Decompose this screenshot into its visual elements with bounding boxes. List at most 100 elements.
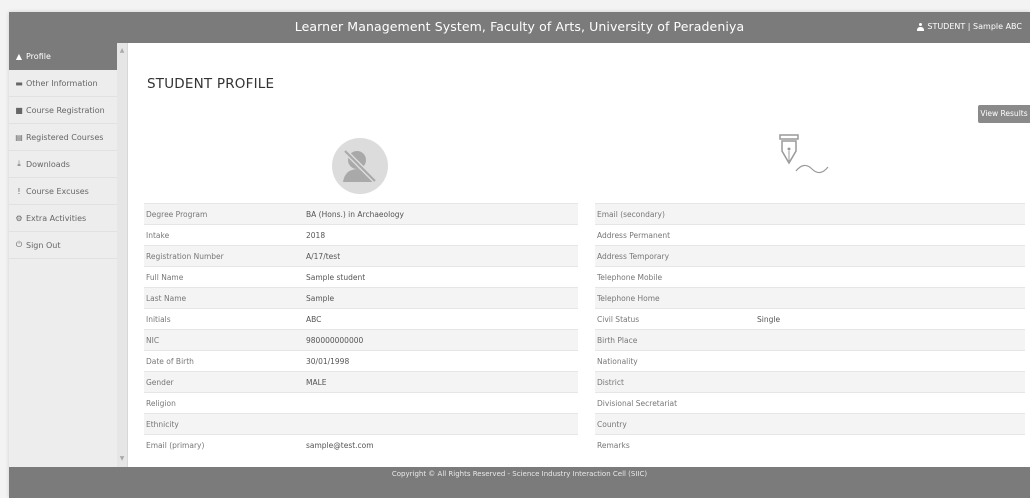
field-value: ABC	[306, 314, 322, 324]
table-row: Email (primary) sample@test.com	[144, 434, 578, 455]
field-label: Registration Number	[146, 251, 224, 261]
avatar-placeholder-icon	[332, 138, 388, 194]
field-label: Birth Place	[597, 335, 638, 345]
field-label: Last Name	[146, 293, 187, 303]
field-label: Civil Status	[597, 314, 640, 324]
sidebar-item-registered-courses[interactable]: ▤ Registered Courses	[9, 124, 117, 151]
field-label: NIC	[146, 335, 160, 345]
field-label: Email (primary)	[146, 440, 205, 450]
field-label: Ethnicity	[146, 419, 179, 429]
field-value: BA (Hons.) in Archaeology	[306, 209, 404, 219]
sidebar-item-sign-out[interactable]: ⏻ Sign Out	[9, 232, 117, 259]
table-row: Email (secondary)	[595, 203, 1025, 224]
field-label: Remarks	[597, 440, 630, 450]
view-results-button[interactable]: View Results	[978, 105, 1030, 123]
field-label: Address Permanent	[597, 230, 671, 240]
sidebar-item-downloads[interactable]: ⤓ Downloads	[9, 151, 117, 178]
table-row: Telephone Mobile	[595, 266, 1025, 287]
table-row: Address Permanent	[595, 224, 1025, 245]
sidebar-item-label: Extra Activities	[26, 213, 87, 223]
table-row: Last Name Sample	[144, 287, 578, 308]
sidebar: ▲ Profile ▬ Other Information ■ Course Regist…	[9, 43, 128, 467]
sidebar-item-extra-activities[interactable]: ⚙ Extra Activities	[9, 205, 117, 232]
table-row: Gender MALE	[144, 371, 578, 392]
page-title: STUDENT PROFILE	[147, 76, 275, 92]
gear-icon: ⚙	[15, 213, 23, 223]
book-icon: ■	[15, 105, 23, 115]
sidebar-item-label: Downloads	[26, 159, 70, 169]
table-row: Birth Place	[595, 329, 1025, 350]
user-label: STUDENT | Sample ABC	[927, 22, 1022, 31]
sidebar-item-course-registration[interactable]: ■ Course Registration	[9, 97, 117, 124]
sidebar-item-label: Registered Courses	[26, 132, 104, 142]
app-title: Learner Management System, Faculty of Ar…	[294, 19, 745, 34]
field-label: Email (secondary)	[597, 209, 665, 219]
field-label: Country	[597, 419, 627, 429]
field-label: District	[597, 377, 624, 387]
scroll-up-icon[interactable]: ▲	[117, 47, 127, 54]
table-row: District	[595, 371, 1025, 392]
profile-table-left: Degree Program BA (Hons.) in Archaeology I…	[144, 203, 578, 455]
table-row: Full Name Sample student	[144, 266, 578, 287]
field-value: 980000000000	[306, 335, 364, 345]
download-icon: ⤓	[17, 159, 21, 168]
table-row: Intake 2018	[144, 224, 578, 245]
field-label: Degree Program	[146, 209, 208, 219]
sidebar-item-label: Course Excuses	[26, 186, 89, 196]
top-bar: Learner Management System, Faculty of Ar…	[9, 12, 1030, 43]
profile-table-right: Email (secondary) Address Permanent Addres…	[595, 203, 1025, 455]
sidebar-item-label: Other Information	[26, 78, 98, 88]
field-value: Sample student	[306, 272, 366, 282]
signature-pen-icon	[772, 133, 842, 188]
user-icon	[917, 22, 925, 31]
field-label: Divisional Secretariat	[597, 398, 678, 408]
table-row: Registration Number A/17/test	[144, 245, 578, 266]
field-value: 30/01/1998	[306, 356, 350, 366]
table-row: Divisional Secretariat	[595, 392, 1025, 413]
main-content: STUDENT PROFILE View Results Degree Prog…	[127, 43, 1030, 467]
field-label: Religion	[146, 398, 176, 408]
field-label: Gender	[146, 377, 174, 387]
user-icon: ▲	[15, 51, 23, 61]
sidebar-item-other-information[interactable]: ▬ Other Information	[9, 70, 117, 97]
table-row: NIC 980000000000	[144, 329, 578, 350]
exclamation-icon: !	[17, 186, 21, 196]
field-label: Telephone Home	[597, 293, 660, 303]
sidebar-item-profile[interactable]: ▲ Profile	[9, 43, 117, 70]
sidebar-item-course-excuses[interactable]: ! Course Excuses	[9, 178, 117, 205]
user-menu[interactable]: STUDENT | Sample ABC	[917, 22, 1022, 31]
table-row: Nationality	[595, 350, 1025, 371]
field-value: sample@test.com	[306, 440, 374, 450]
field-label: Telephone Mobile	[597, 272, 663, 282]
field-value: 2018	[306, 230, 326, 240]
scroll-down-icon[interactable]: ▼	[117, 455, 127, 462]
footer: Copyright © All Rights Reserved - Scienc…	[9, 467, 1030, 498]
document-icon: ▤	[15, 132, 23, 142]
field-label: Nationality	[597, 356, 638, 366]
field-label: Address Temporary	[597, 251, 670, 261]
table-row: Civil Status Single	[595, 308, 1025, 329]
table-row: Telephone Home	[595, 287, 1025, 308]
sidebar-nav: ▲ Profile ▬ Other Information ■ Course Regist…	[9, 43, 127, 259]
field-label: Intake	[146, 230, 170, 240]
table-row: Religion	[144, 392, 578, 413]
power-icon: ⏻	[15, 240, 23, 249]
field-value: Single	[757, 314, 781, 324]
table-row: Ethnicity	[144, 413, 578, 434]
field-value: MALE	[306, 377, 327, 387]
table-row: Initials ABC	[144, 308, 578, 329]
field-value: Sample	[306, 293, 335, 303]
table-row: Degree Program BA (Hons.) in Archaeology	[144, 203, 578, 224]
table-row: Address Temporary	[595, 245, 1025, 266]
sidebar-scrollbar[interactable]: ▲ ▼	[117, 43, 127, 467]
field-label: Full Name	[146, 272, 184, 282]
field-label: Date of Birth	[146, 356, 194, 366]
table-row: Date of Birth 30/01/1998	[144, 350, 578, 371]
copyright-text: Copyright © All Rights Reserved - Scienc…	[391, 470, 648, 478]
field-label: Initials	[146, 314, 171, 324]
field-value: A/17/test	[306, 251, 341, 261]
table-row: Remarks	[595, 434, 1025, 455]
sidebar-item-label: Sign Out	[26, 240, 61, 250]
table-row: Country	[595, 413, 1025, 434]
sidebar-item-label: Course Registration	[26, 105, 105, 115]
